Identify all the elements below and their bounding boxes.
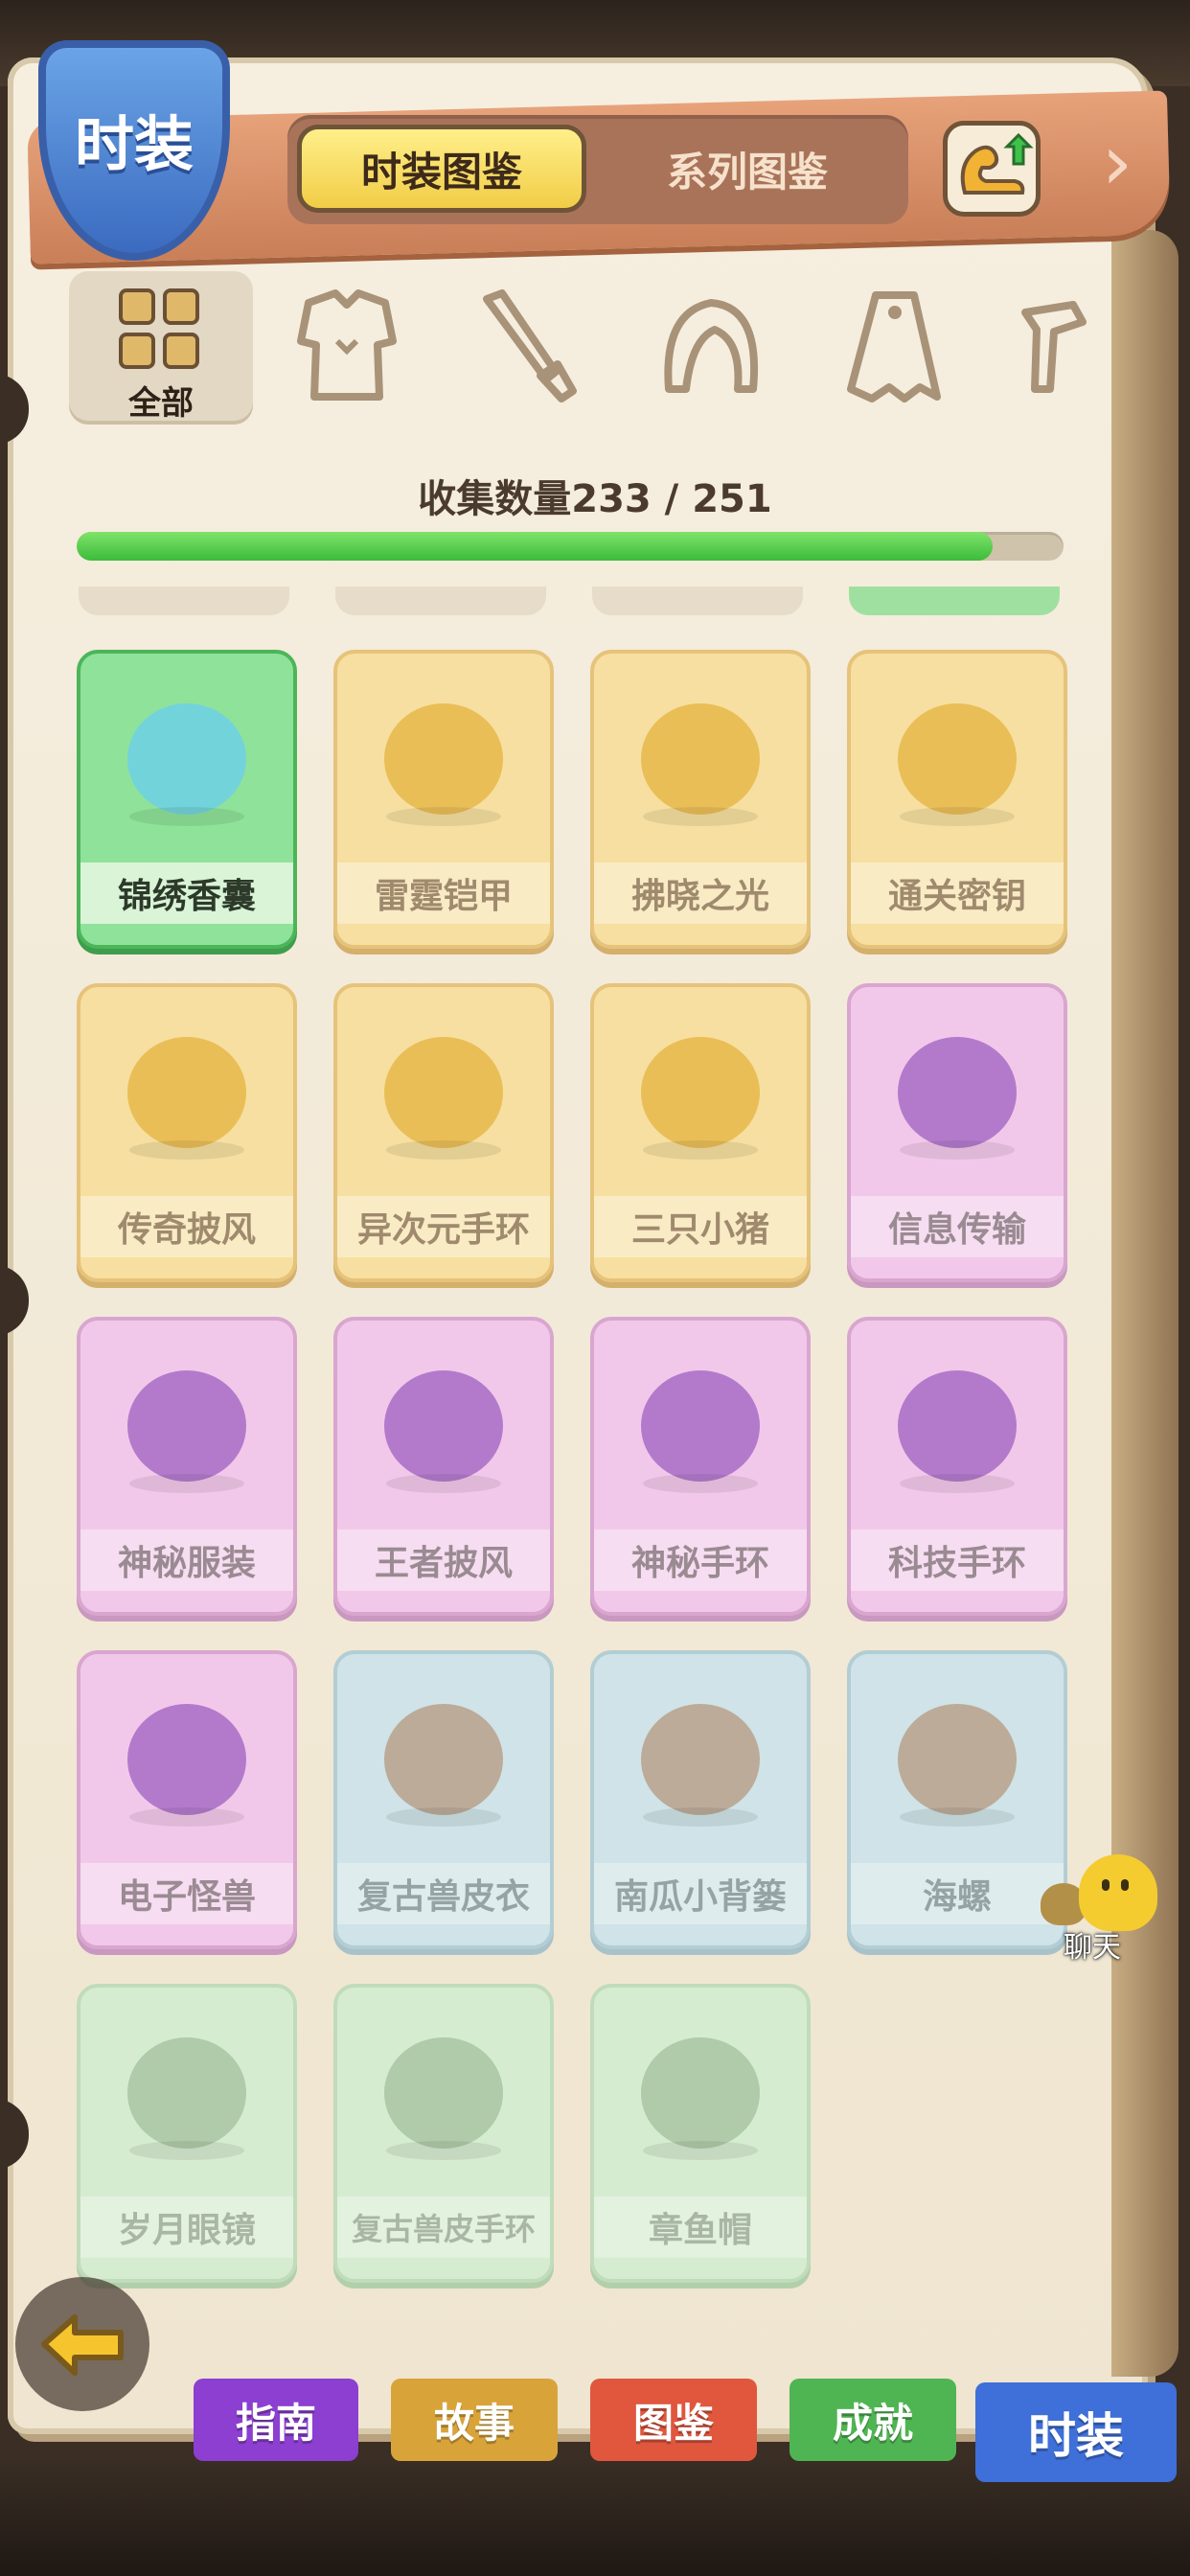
item-art [337,987,550,1179]
category-all[interactable]: 全部 [69,271,253,425]
hair-icon[interactable] [653,284,768,408]
item-art [594,987,807,1179]
item-name: 王者披风 [337,1530,550,1591]
nav-tab-guide[interactable]: 指南 [194,2379,358,2469]
item-art [80,1321,293,1512]
item-art [80,654,293,845]
item-name: 雷霆铠甲 [337,862,550,924]
item-name: 锦绣香囊 [80,862,293,924]
previous-row-card [335,586,546,615]
fashion-item-card[interactable]: 三只小猪 [590,983,811,1282]
item-art [80,1654,293,1846]
item-art [851,987,1064,1179]
item-name: 南瓜小背篓 [594,1863,807,1924]
previous-row-card [849,586,1060,615]
fashion-item-card[interactable]: 拂晓之光 [590,650,811,949]
fashion-item-card[interactable]: 章鱼帽 [590,1984,811,2283]
previous-row-card [79,586,289,615]
knife-icon[interactable] [473,284,588,408]
fashion-item-card[interactable]: 雷霆铠甲 [333,650,554,949]
flex-arm-icon [960,132,1034,195]
item-art [594,654,807,845]
fashion-item-card[interactable]: 异次元手环 [333,983,554,1282]
fashion-item-card[interactable]: 信息传输 [847,983,1067,1282]
item-art [594,1654,807,1846]
binder-ring [0,1265,29,1336]
fashion-item-card[interactable]: 复古兽皮手环 [333,1984,554,2283]
collection-count: 收集数量233 / 251 [418,477,772,521]
fashion-item-card[interactable]: 神秘服装 [77,1317,297,1616]
fashion-item-card[interactable]: 电子怪兽 [77,1650,297,1949]
item-name: 三只小猪 [594,1196,807,1257]
fashion-item-card[interactable]: 南瓜小背篓 [590,1650,811,1949]
nav-tab-catalog[interactable]: 图鉴 [590,2379,757,2469]
item-art [851,654,1064,845]
fashion-item-card[interactable]: 科技手环 [847,1317,1067,1616]
section-badge-label: 时装 [74,109,194,179]
binder-ring [0,374,29,445]
item-art [337,1988,550,2179]
item-name: 通关密钥 [851,862,1064,924]
nav-tab-fashion[interactable]: 时装 [975,2382,1177,2490]
chat-button[interactable]: 聊天 [1035,1854,1169,1965]
item-name: 神秘手环 [594,1530,807,1591]
item-art [594,1988,807,2179]
back-arrow-icon [41,2314,124,2376]
item-art [851,1654,1064,1846]
grid-icon [119,288,203,373]
item-name: 岁月眼镜 [80,2196,293,2258]
chat-label: 聊天 [1064,1931,1121,1965]
item-name: 复古兽皮手环 [337,2196,550,2258]
item-name: 异次元手环 [337,1196,550,1257]
back-button[interactable] [15,2277,149,2411]
item-name: 章鱼帽 [594,2196,807,2258]
fashion-item-card[interactable]: 通关密钥 [847,650,1067,949]
fashion-item-card[interactable]: 传奇披风 [77,983,297,1282]
chat-avatar-icon [1079,1854,1157,1931]
fashion-item-card[interactable]: 复古兽皮衣 [333,1650,554,1949]
item-art [80,987,293,1179]
item-name: 拂晓之光 [594,862,807,924]
item-name: 科技手环 [851,1530,1064,1591]
binder-ring [0,2099,29,2170]
category-all-label: 全部 [128,384,194,423]
fashion-item-card[interactable]: 锦绣香囊 [77,650,297,949]
item-name: 电子怪兽 [80,1863,293,1924]
fashion-item-card[interactable]: 岁月眼镜 [77,1984,297,2283]
fashion-item-card[interactable]: 神秘手环 [590,1317,811,1616]
item-name: 传奇披风 [80,1196,293,1257]
item-art [80,1988,293,2179]
fashion-item-card[interactable]: 王者披风 [333,1317,554,1616]
tab-series-catalog[interactable]: 系列图鉴 [604,125,891,213]
power-up-button[interactable] [943,121,1041,217]
next-page-icon[interactable]: › [1102,115,1159,211]
item-name: 复古兽皮衣 [337,1863,550,1924]
item-art [337,1321,550,1512]
item-art [337,654,550,845]
previous-row-card [592,586,803,615]
page-edge [1111,230,1179,2377]
item-name: 神秘服装 [80,1530,293,1591]
item-art [594,1321,807,1512]
nav-tab-story[interactable]: 故事 [391,2379,558,2469]
tab-fashion-catalog[interactable]: 时装图鉴 [297,125,586,213]
armor-icon[interactable] [289,284,404,408]
collection-progress-fill [77,532,994,561]
tab-bar: 时装图鉴 系列图鉴 [287,115,908,224]
accessory-icon[interactable] [1016,284,1092,408]
item-art [851,1321,1064,1512]
cape-icon[interactable] [837,284,952,408]
item-name: 信息传输 [851,1196,1064,1257]
nav-tab-achievements[interactable]: 成就 [790,2379,956,2469]
item-art [337,1654,550,1846]
item-name: 海螺 [851,1863,1064,1924]
collection-progress-bar [77,532,1064,561]
